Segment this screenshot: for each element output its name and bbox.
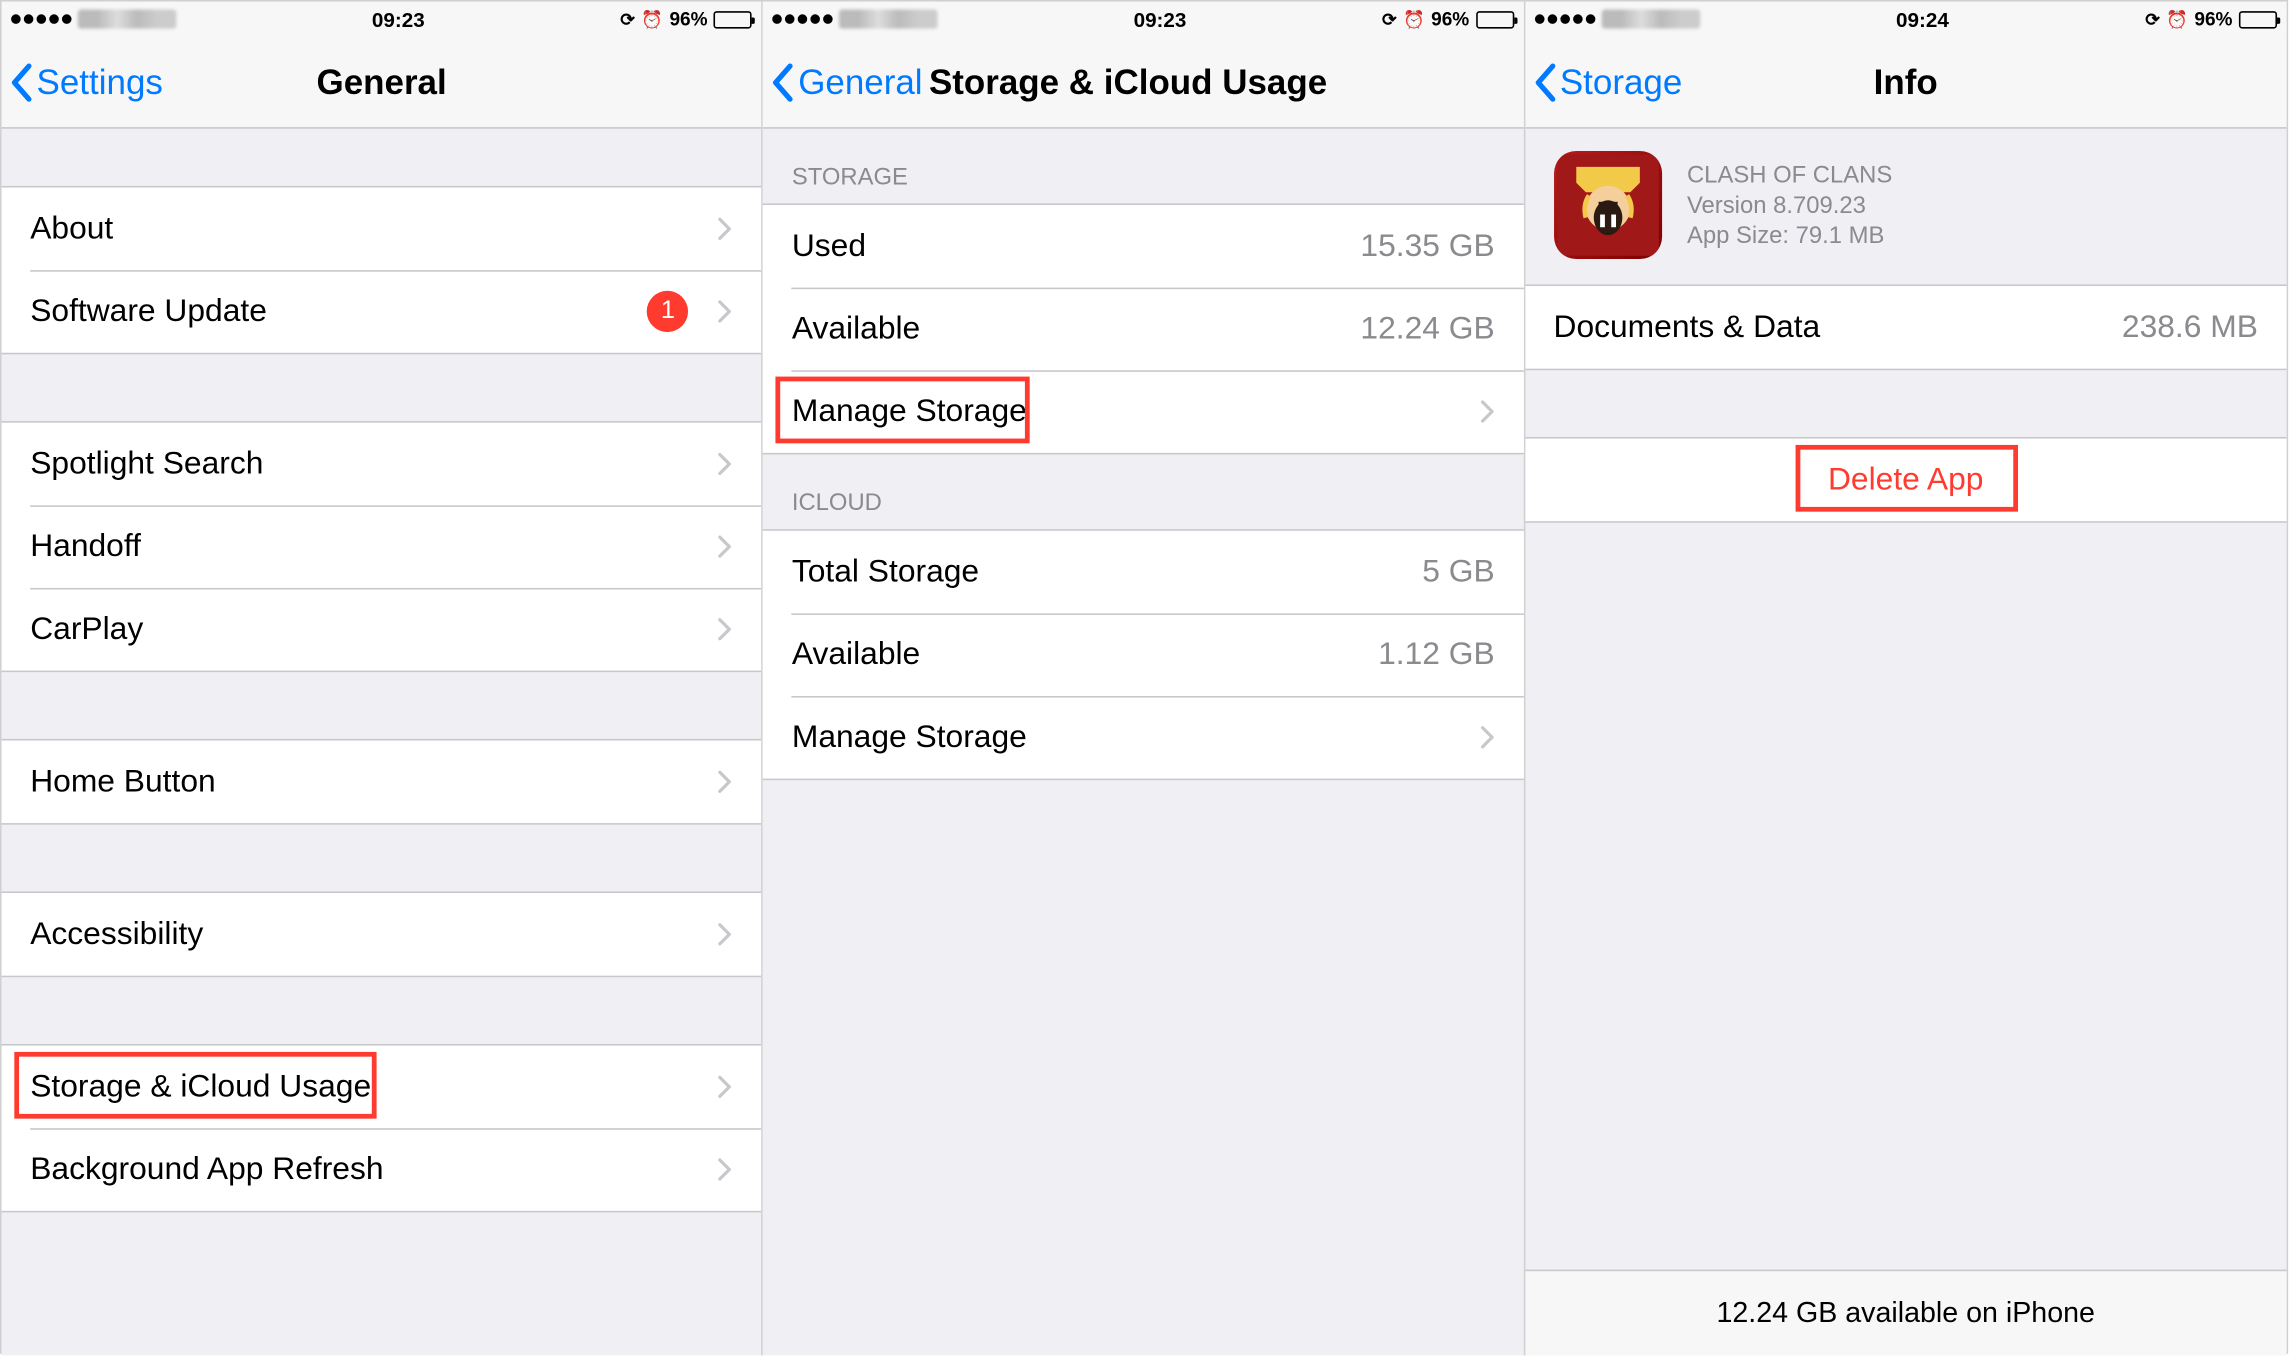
back-label: Settings [37,61,163,102]
status-time: 09:24 [1896,7,1949,31]
row-label: Available [792,636,1378,673]
row-about[interactable]: About [2,188,762,271]
carrier-blur [78,10,177,29]
row-label: About [30,211,701,248]
section-header-icloud: iCloud [763,454,1523,529]
row-label: Background App Refresh [30,1151,701,1188]
section-header-storage: Storage [763,129,1523,204]
row-label: Available [792,311,1361,348]
row-carplay[interactable]: CarPlay [2,588,762,671]
delete-app-button[interactable]: Delete App [1525,439,2287,522]
battery-icon [1476,10,1514,27]
back-button[interactable]: General [763,61,922,102]
row-value: 238.6 MB [2122,309,2258,346]
row-value: 5 GB [1422,554,1494,591]
alarm-icon: ⏰ [1403,9,1425,30]
row-available: Available 12.24 GB [763,288,1523,371]
row-value: 1.12 GB [1378,636,1495,673]
orientation-lock-icon: ⟳ [1382,9,1397,30]
carrier-blur [1601,10,1700,29]
chevron-right-icon [717,1157,733,1182]
screen-app-info: 09:24 ⟳ ⏰ 96% Storage Info [1525,2,2287,1356]
chevron-right-icon [1479,725,1495,750]
carrier-blur [840,10,939,29]
chevron-right-icon [717,1074,733,1099]
orientation-lock-icon: ⟳ [2145,9,2160,30]
row-used: Used 15.35 GB [763,205,1523,288]
row-label: CarPlay [30,611,701,648]
nav-bar: Settings General [2,37,762,129]
row-manage-storage[interactable]: Manage Storage [763,370,1523,453]
row-handoff[interactable]: Handoff [2,505,762,588]
signal-icon [1534,14,1594,24]
chevron-right-icon [717,216,733,241]
battery-icon [2239,10,2277,27]
chevron-right-icon [717,299,733,324]
app-version: Version 8.709.23 [1687,191,1892,218]
battery-percent: 96% [2194,8,2232,30]
delete-app-label: Delete App [1828,462,1983,499]
signal-icon [773,14,833,24]
row-total-storage: Total Storage 5 GB [763,531,1523,614]
row-icloud-manage[interactable]: Manage Storage [763,696,1523,779]
chevron-right-icon [717,617,733,642]
row-label: Home Button [30,764,701,801]
row-software-update[interactable]: Software Update 1 [2,270,762,353]
status-time: 09:23 [1134,7,1187,31]
chevron-left-icon [770,61,795,102]
row-accessibility[interactable]: Accessibility [2,893,762,976]
app-info-header: Clash of Clans Version 8.709.23 App Size… [1525,129,2287,285]
app-icon [1553,151,1661,259]
battery-icon [714,10,752,27]
back-label: Storage [1560,61,1682,102]
screen-storage-icloud: 09:23 ⟳ ⏰ 96% General Storage & iCloud U… [763,2,1525,1356]
status-time: 09:23 [372,7,425,31]
status-bar: 09:23 ⟳ ⏰ 96% [763,2,1523,37]
storage-footer: 12.24 GB available on iPhone [1525,1270,2287,1356]
chevron-right-icon [717,769,733,794]
app-size: App Size: 79.1 MB [1687,222,1892,249]
chevron-right-icon [717,451,733,476]
row-label: Accessibility [30,916,701,953]
row-label: Used [792,228,1361,265]
nav-bar: General Storage & iCloud Usage [763,37,1523,129]
row-label: Handoff [30,528,701,565]
row-documents-data: Documents & Data 238.6 MB [1525,286,2287,369]
row-label: Documents & Data [1553,309,2121,346]
status-bar: 09:24 ⟳ ⏰ 96% [1525,2,2287,37]
chevron-left-icon [1531,61,1556,102]
row-label: Manage Storage [792,719,1463,756]
update-badge: 1 [647,291,688,332]
back-button[interactable]: Settings [2,61,163,102]
chevron-right-icon [717,922,733,947]
back-button[interactable]: Storage [1525,61,1682,102]
orientation-lock-icon: ⟳ [620,9,635,30]
row-value: 15.35 GB [1360,228,1494,265]
row-home-button[interactable]: Home Button [2,740,762,823]
row-storage-icloud[interactable]: Storage & iCloud Usage [2,1046,762,1129]
page-title: Storage & iCloud Usage [929,61,1327,102]
alarm-icon: ⏰ [641,9,663,30]
status-bar: 09:23 ⟳ ⏰ 96% [2,2,762,37]
chevron-right-icon [1479,399,1495,424]
row-icloud-available: Available 1.12 GB [763,613,1523,696]
row-label: Software Update [30,293,647,330]
row-label: Manage Storage [792,393,1463,430]
nav-bar: Storage Info [1525,37,2287,129]
row-label: Spotlight Search [30,446,701,483]
row-label: Total Storage [792,554,1422,591]
chevron-left-icon [8,61,33,102]
battery-percent: 96% [1431,8,1469,30]
row-background-refresh[interactable]: Background App Refresh [2,1128,762,1211]
battery-percent: 96% [669,8,707,30]
chevron-right-icon [717,534,733,559]
signal-icon [11,14,71,24]
screen-general: 09:23 ⟳ ⏰ 96% Settings General About Sof… [2,2,764,1356]
alarm-icon: ⏰ [2166,9,2188,30]
app-name: Clash of Clans [1687,161,1892,188]
row-value: 12.24 GB [1360,311,1494,348]
row-spotlight[interactable]: Spotlight Search [2,423,762,506]
row-label: Storage & iCloud Usage [30,1069,701,1106]
back-label: General [798,61,922,102]
